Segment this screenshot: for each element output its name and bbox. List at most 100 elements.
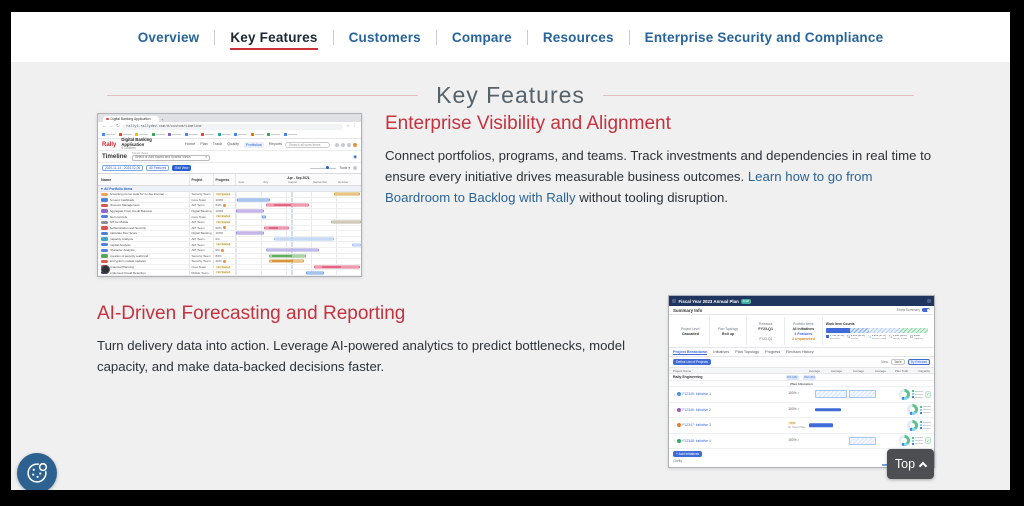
gantt-bar[interactable]	[274, 238, 334, 241]
col-progress[interactable]: Progress	[216, 178, 230, 182]
gear-icon[interactable]	[353, 166, 357, 170]
rally-nav-track[interactable]: Track	[213, 142, 222, 148]
plan-group-row[interactable]: Rally Engineering PI1 (26)PI2 (26)	[669, 374, 934, 381]
rally-nav-quality[interactable]: Quality	[227, 142, 239, 148]
project-name-header[interactable]: Project Name	[673, 369, 691, 373]
gantt-bar[interactable]	[352, 243, 361, 246]
rally-nav-plan[interactable]: Plan	[200, 142, 208, 148]
plan-bar	[809, 424, 833, 428]
back-icon[interactable]: ←	[102, 124, 107, 129]
show-summary-control[interactable]: Show Summary	[897, 308, 930, 312]
bookmark-item[interactable]	[251, 133, 264, 136]
back-to-top-button[interactable]: Top	[887, 449, 934, 479]
rally-nav-home[interactable]: Home	[185, 142, 195, 148]
bookmark-item[interactable]	[218, 133, 231, 136]
forward-icon[interactable]: →	[109, 124, 114, 129]
add-initiatives-button[interactable]: + Add Initiatives	[673, 451, 702, 457]
chat-widget-icon[interactable]	[101, 265, 110, 274]
bookmark-item[interactable]	[185, 133, 198, 136]
expand-caret-icon[interactable]: ›	[674, 392, 675, 397]
gantt-bar[interactable]	[236, 210, 264, 213]
nav-item-compare[interactable]: Compare	[452, 30, 512, 45]
bookmark-title	[139, 134, 148, 136]
bookmark-item[interactable]	[119, 133, 132, 136]
gantt-bar[interactable]	[334, 193, 360, 196]
date-range-chip[interactable]: 2020-11-14 - 2024-02-06	[102, 165, 143, 171]
work-count-segment	[899, 328, 928, 333]
notifications-icon[interactable]	[335, 143, 339, 147]
bookmark-star-icon[interactable]: ☆	[346, 124, 350, 129]
gantt-bar[interactable]	[262, 215, 266, 218]
plan-tab-revision-history[interactable]: Revision History	[786, 350, 813, 354]
nav-item-overview[interactable]: Overview	[138, 30, 200, 45]
gantt-bar[interactable]	[331, 221, 361, 224]
col-name[interactable]: Name	[101, 178, 111, 182]
table-toggle[interactable]: Table	[891, 359, 905, 365]
legend-item: 3,619 (37%)Explore Initiative	[868, 335, 886, 341]
bookmark-item[interactable]	[152, 133, 165, 136]
nav-item-customers[interactable]: Customers	[349, 30, 421, 45]
avatar[interactable]	[353, 143, 357, 147]
edit-view-button[interactable]: Edit View	[172, 165, 191, 171]
saved-views-dropdown[interactable]: Select or Add Saved and Shared Views ▾	[132, 155, 210, 161]
browser-menu-icon[interactable]: ⋮	[353, 124, 358, 129]
progress-value: 64%	[216, 203, 222, 207]
gantt-bar[interactable]	[266, 204, 309, 207]
tools-dropdown[interactable]: Tools ▾	[339, 166, 350, 170]
expand-caret-icon[interactable]: ›	[674, 407, 675, 412]
gantt-bar[interactable]	[269, 254, 307, 257]
plan-tab-progress[interactable]: Progress	[765, 350, 780, 354]
gantt-bar[interactable]	[306, 271, 324, 274]
timeline-row-gantt	[236, 192, 361, 197]
slider-handle[interactable]	[326, 166, 329, 169]
gantt-bar[interactable]	[269, 260, 304, 263]
plan-tab-plan-topology[interactable]: Plan Topology	[735, 350, 759, 354]
bookmark-item[interactable]	[135, 133, 148, 136]
gantt-bar[interactable]	[314, 266, 360, 269]
gantt-bar[interactable]	[237, 198, 270, 201]
bookmark-item[interactable]	[234, 133, 247, 136]
reload-icon[interactable]: ↻	[116, 124, 120, 129]
gantt-bar[interactable]	[236, 232, 264, 235]
initiative-link[interactable]: F12346: Initiative 2	[682, 408, 711, 412]
features-filter-chip[interactable]: All Features	[146, 165, 169, 171]
bookmark-item[interactable]	[284, 133, 297, 136]
define-projects-button[interactable]: Define List of Projects	[673, 359, 711, 365]
expand-caret-icon[interactable]: ›	[674, 423, 675, 428]
expand-icon[interactable]	[927, 299, 931, 303]
rally-nav-reports[interactable]: Reports	[269, 142, 282, 148]
show-summary-toggle[interactable]	[922, 308, 930, 312]
plan-tab-initiatives[interactable]: Initiatives	[713, 350, 729, 354]
nav-item-key-features[interactable]: Key Features	[230, 30, 317, 50]
help-icon[interactable]	[341, 143, 345, 147]
timeline-row[interactable]: Implement Fraud DetectionMobile TeamNot …	[98, 270, 361, 276]
initiative-link[interactable]: F12345: Initiative 1	[682, 392, 711, 396]
gantt-bar[interactable]	[264, 226, 289, 229]
settings-icon[interactable]	[347, 143, 351, 147]
url-field[interactable]: rally1.rallydev.com/#/custom/timeline	[122, 124, 343, 130]
gantt-bar[interactable]	[266, 249, 319, 252]
rally-nav-portfolios[interactable]: Portfolios	[244, 142, 264, 148]
cookie-consent-button[interactable]	[17, 453, 57, 490]
initiative-link[interactable]: F12348: Initiative 4	[682, 439, 711, 443]
initiative-link[interactable]: F12347: Initiative 3	[682, 423, 711, 427]
timeline-row-progress: Not Started	[214, 220, 236, 225]
by-release-toggle[interactable]: By Release	[908, 359, 930, 365]
nav-item-resources[interactable]: Resources	[543, 30, 614, 45]
plan-tab-project-breakdown[interactable]: Project Breakdown	[673, 350, 707, 355]
saved-views: Saved Views Select or Add Saved and Shar…	[132, 152, 210, 161]
bookmark-favicon	[185, 133, 188, 136]
bookmark-item[interactable]	[102, 133, 115, 136]
view-label: View	[881, 360, 888, 364]
section-title-row: Key Features	[11, 82, 1010, 109]
bookmark-item[interactable]	[201, 133, 214, 136]
bookmark-item[interactable]	[168, 133, 181, 136]
col-project[interactable]: Project	[192, 178, 203, 182]
zoom-slider[interactable]	[310, 168, 336, 169]
nav-item-enterprise-security-and-compliance[interactable]: Enterprise Security and Compliance	[645, 30, 884, 45]
bookmark-item[interactable]	[267, 133, 280, 136]
expand-caret-icon[interactable]: ›	[674, 438, 675, 443]
info-icon[interactable]: ◉	[353, 154, 357, 160]
rally-search-input[interactable]: Search all work items	[285, 142, 330, 148]
workspace-title[interactable]: Digital Banking Application 6 Children	[121, 138, 174, 151]
